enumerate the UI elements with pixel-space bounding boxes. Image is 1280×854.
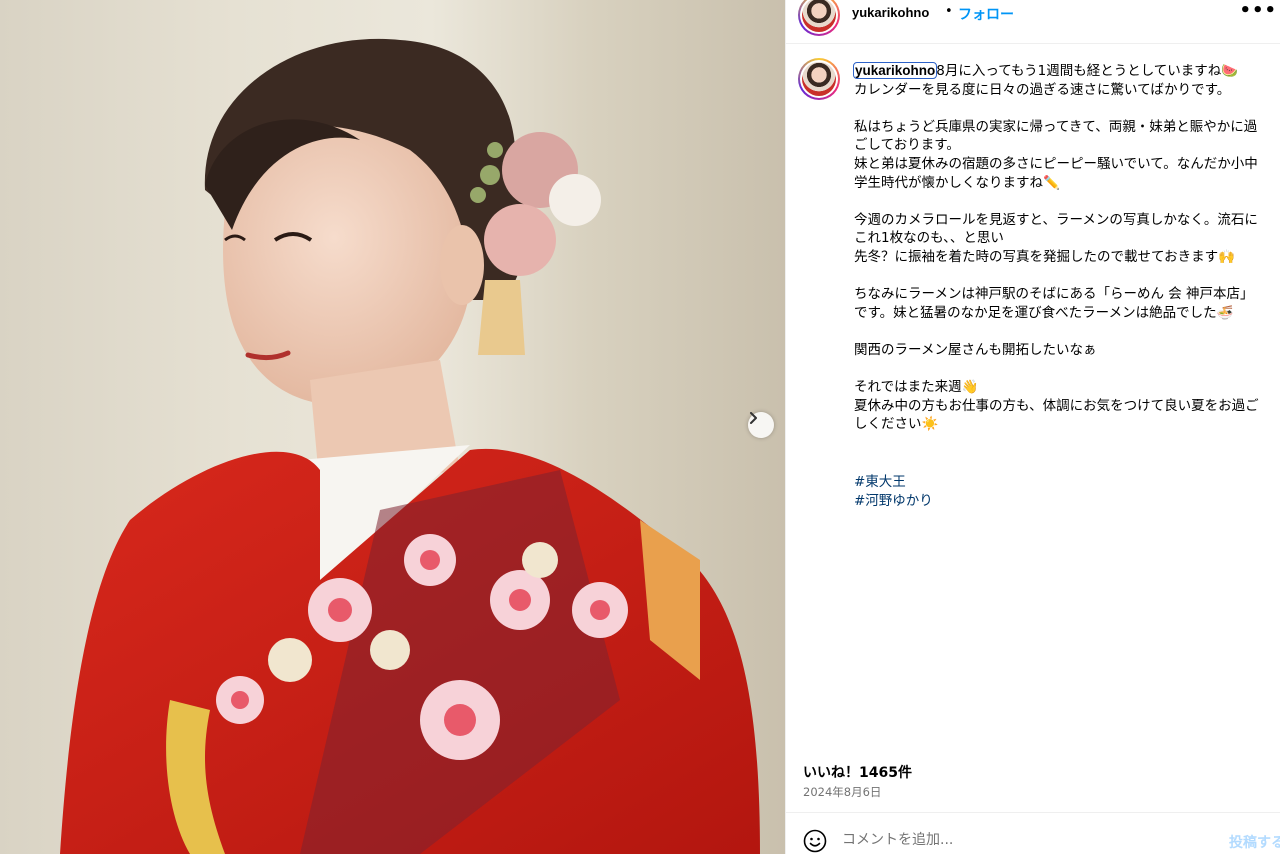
likes-count[interactable]: いいね！1465件 [803, 762, 912, 782]
more-options-icon[interactable]: ••• [1239, 0, 1277, 21]
post-panel: yukarikohno • フォロー ••• yukarikohno8月に入って… [785, 0, 1280, 854]
post-caption: yukarikohno8月に入ってもう1週間も経とうとしていますね🍉 カレンダー… [852, 62, 1266, 434]
hashtag-link[interactable]: #東大王 [854, 473, 933, 492]
follow-button[interactable]: フォロー [958, 4, 1014, 24]
comment-bar: 投稿する [786, 812, 1280, 854]
post-header: yukarikohno • フォロー ••• [786, 0, 1280, 44]
comment-input[interactable] [842, 829, 1202, 851]
smiley-icon[interactable] [803, 829, 827, 853]
profile-picture [802, 62, 836, 96]
portrait-photo-art [60, 38, 760, 854]
profile-picture [802, 0, 836, 32]
next-photo-button[interactable] [748, 412, 774, 438]
post-date[interactable]: 2024年8月6日 [803, 784, 881, 800]
header-username[interactable]: yukarikohno [852, 5, 929, 20]
chevron-right-icon [750, 412, 757, 424]
separator-dot: • [945, 4, 953, 19]
hashtag-link[interactable]: #河野ゆかり [854, 492, 933, 511]
caption-avatar[interactable] [798, 58, 840, 100]
post-comment-button[interactable]: 投稿する [1229, 832, 1280, 852]
hashtag-list: #東大王 #河野ゆかり [854, 473, 933, 510]
post-photo[interactable] [0, 0, 785, 854]
caption-text: 8月に入ってもう1週間も経とうとしていますね🍉 カレンダーを見る度に日々の過ぎる… [854, 63, 1259, 433]
avatar[interactable] [798, 0, 840, 36]
caption-username[interactable]: yukarikohno [852, 62, 938, 79]
